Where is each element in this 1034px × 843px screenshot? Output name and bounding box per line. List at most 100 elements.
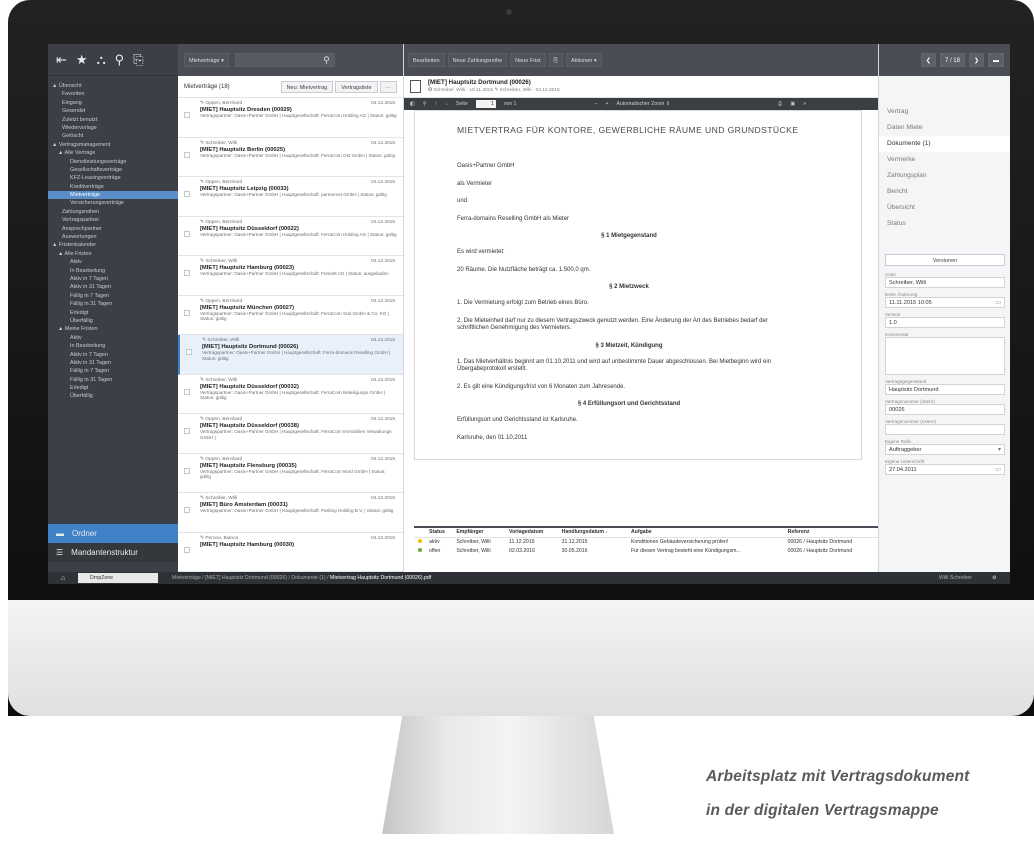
nav-tree-item[interactable]: Eingang bbox=[48, 99, 178, 107]
detail-nav-item[interactable]: Bericht bbox=[879, 184, 1010, 200]
print-icon[interactable]: ⎙ bbox=[778, 101, 782, 108]
detail-nav-item[interactable]: Vertrag bbox=[879, 104, 1010, 120]
nav-tree-item[interactable]: Vertragspartner bbox=[48, 216, 178, 224]
item-checkbox[interactable] bbox=[184, 112, 190, 118]
task-row[interactable]: offen Schreiber, Willi 02.03.2016 30.05.201… bbox=[414, 546, 878, 555]
detail-nav-item[interactable]: Zahlungsplan bbox=[879, 168, 1010, 184]
list-item[interactable]: ✎ Oppen, Bernhard 04.12.2015 [MIET] Haupts… bbox=[178, 216, 403, 256]
nav-tree-item[interactable]: ▲ Übersicht bbox=[48, 82, 178, 90]
nav-tree-item[interactable]: Aktiv in 7 Tagen bbox=[48, 275, 178, 283]
search-input[interactable]: ⚲ bbox=[234, 53, 335, 67]
nav-tree-item[interactable]: Zuletzt benutzt bbox=[48, 116, 178, 124]
task-row[interactable]: aktiv Schreiber, Willi 11.12.2015 31.12.201… bbox=[414, 537, 878, 546]
nav-tree-item[interactable]: ▲ Meine Fristen bbox=[48, 325, 178, 333]
nav-tree-item[interactable]: Erledigt bbox=[48, 309, 178, 317]
task-header[interactable]: Empfänger bbox=[452, 528, 506, 538]
nav-tree-item[interactable]: In Bearbeitung bbox=[48, 342, 178, 350]
zoom-out-icon[interactable]: − bbox=[594, 101, 597, 107]
item-checkbox[interactable] bbox=[184, 507, 190, 513]
nav-tree-item[interactable]: Erledigt bbox=[48, 384, 178, 392]
save-icon[interactable]: ▣ bbox=[790, 101, 795, 107]
nav-tree-item[interactable]: Gesendet bbox=[48, 107, 178, 115]
list-item[interactable]: ✎ Perona, Bianca 04.12.2015 [MIET] Hauptsi… bbox=[178, 532, 403, 572]
task-header[interactable]: Aufgabe bbox=[626, 528, 784, 538]
nav-tree-item[interactable]: Fällig in 7 Tagen bbox=[48, 292, 178, 300]
category-dropdown[interactable]: Mietverträge ▾ bbox=[184, 53, 229, 67]
nav-tree-item[interactable]: Gelöscht bbox=[48, 132, 178, 140]
item-checkbox[interactable] bbox=[184, 546, 190, 553]
detail-nav-item[interactable]: Daten Miete bbox=[879, 120, 1010, 136]
detail-nav-item[interactable]: Übersicht bbox=[879, 200, 1010, 216]
nav-tree-item[interactable]: Wiedervorlage bbox=[48, 124, 178, 132]
nav-tree-item[interactable]: Aktiv in 7 Tagen bbox=[48, 351, 178, 359]
task-header[interactable]: Status bbox=[425, 528, 453, 538]
more-button[interactable]: ··· bbox=[379, 80, 397, 93]
item-checkbox[interactable] bbox=[184, 270, 190, 276]
task-header[interactable]: Vorlagedatum bbox=[505, 528, 558, 538]
detail-nav-item[interactable]: Status bbox=[879, 216, 1010, 232]
calendar-icon[interactable]: ▭ bbox=[995, 465, 1001, 476]
item-checkbox[interactable] bbox=[184, 428, 190, 434]
toolbar-button[interactable]: Neue Frist bbox=[510, 53, 546, 67]
item-checkbox[interactable] bbox=[184, 467, 190, 474]
nav-tree-item[interactable]: Zahlungsreihen bbox=[48, 208, 178, 216]
nav-mandant-button[interactable]: ☰ Mandantenstruktur bbox=[48, 543, 178, 562]
list-item[interactable]: ✎ Oppen, Bernhard 04.12.2015 [MIET] Haupts… bbox=[178, 295, 403, 335]
search-icon[interactable]: ⚲ bbox=[115, 52, 125, 68]
dropzone[interactable]: DropZone bbox=[78, 573, 158, 583]
version-field[interactable]: 1.0 bbox=[885, 317, 1005, 328]
toolbar-button[interactable]: ⎘ bbox=[548, 53, 563, 67]
list-item[interactable]: ✎ Schreiber, Willi 04.12.2015 [MIET] Haupt… bbox=[178, 335, 403, 375]
star-icon[interactable]: ★ bbox=[76, 52, 88, 68]
list-item[interactable]: ✎ Oppen, Bernhard 04.12.2015 [MIET] Haupts… bbox=[178, 453, 403, 493]
item-checkbox[interactable] bbox=[184, 388, 190, 395]
prev-page-icon[interactable]: ↑ bbox=[435, 101, 438, 107]
list-item[interactable]: ✎ Oppen, Bernhard 04.12.2015 [MIET] Haupts… bbox=[178, 177, 403, 217]
next-record-button[interactable]: ❯ bbox=[968, 53, 984, 67]
nav-tree-item[interactable]: Dienstleistungsverträge bbox=[48, 158, 178, 166]
subject-field[interactable]: Hauptsitz Dortmund bbox=[885, 384, 1005, 395]
collapse-icon[interactable]: ⇤ bbox=[56, 52, 67, 68]
author-field[interactable]: Schreiber, Willi bbox=[885, 277, 1005, 288]
nav-tree-item[interactable]: Fällig in 7 Tagen bbox=[48, 367, 178, 375]
toolbar-button[interactable]: Neue Zahlungsreihe bbox=[447, 53, 508, 67]
nav-tree-item[interactable]: In Bearbeitung bbox=[48, 267, 178, 275]
nav-tree-item[interactable]: Ansprechpartner bbox=[48, 225, 178, 233]
nav-ordner-button[interactable]: ▬ Ordner bbox=[48, 524, 178, 543]
nav-tree-item[interactable]: Versicherungsverträge bbox=[48, 199, 178, 207]
folder-icon[interactable]: ▬ bbox=[988, 53, 1004, 67]
toolbar-button[interactable]: Aktionen ▾ bbox=[565, 53, 602, 67]
list-item[interactable]: ✎ Oppen, Bernhard 04.12.2015 [MIET] Haupts… bbox=[178, 414, 403, 454]
breadcrumb-path[interactable]: Mietverträge / [MIET] Hauptsitz Dortmund… bbox=[172, 575, 330, 581]
calendar-icon[interactable]: ▭ bbox=[995, 298, 1001, 309]
item-checkbox[interactable] bbox=[184, 309, 190, 316]
nav-tree-item[interactable]: Favoriten bbox=[48, 90, 178, 98]
new-contract-button[interactable]: Neu: Mietvertrag bbox=[280, 80, 334, 93]
nav-tree-item[interactable]: Fällig in 31 Tagen bbox=[48, 376, 178, 384]
nav-tree-item[interactable]: Überfällig bbox=[48, 317, 178, 325]
export-icon[interactable]: ⎘ bbox=[133, 52, 143, 68]
nav-tree-item[interactable]: Mietverträge bbox=[48, 191, 178, 200]
prev-record-button[interactable]: ❮ bbox=[920, 53, 936, 67]
nav-tree-item[interactable]: Aktiv in 31 Tagen bbox=[48, 283, 178, 291]
nav-tree-item[interactable]: Überfällig bbox=[48, 392, 178, 400]
detail-nav-item[interactable]: Vermerke bbox=[879, 152, 1010, 168]
zoom-select[interactable]: Automatischer Zoom ⇕ bbox=[617, 101, 671, 107]
nav-tree-item[interactable]: ▲ Vertragsmanagement bbox=[48, 141, 178, 149]
contract-list-button[interactable]: Vertragsliste bbox=[335, 80, 378, 93]
page-number-input[interactable]: 1 bbox=[475, 100, 496, 108]
more-tools-icon[interactable]: » bbox=[803, 101, 806, 107]
nav-tree-item[interactable]: Aktiv bbox=[48, 258, 178, 266]
list-item[interactable]: ✎ Schreiber, Willi 04.12.2015 [MIET] Haupt… bbox=[178, 256, 403, 296]
current-user[interactable]: Willi Schreiber bbox=[912, 575, 992, 581]
task-header[interactable]: Handlungsdatum ↓ bbox=[557, 528, 627, 538]
nav-tree-item[interactable]: ▲ Alle Fristen bbox=[48, 250, 178, 258]
versions-button[interactable]: Versionen bbox=[885, 254, 1005, 266]
sidebar-toggle-icon[interactable]: ◧ bbox=[410, 101, 415, 107]
item-checkbox[interactable] bbox=[184, 191, 190, 197]
nav-tree-item[interactable]: Aktiv in 31 Tagen bbox=[48, 359, 178, 367]
signature-date-field[interactable]: 27.04.2011 ▭ bbox=[885, 464, 1005, 475]
nav-tree-item[interactable]: ▲ Fristenkalender bbox=[48, 241, 178, 249]
gear-icon[interactable]: ⚙ bbox=[992, 575, 1010, 581]
item-checkbox[interactable] bbox=[184, 230, 190, 237]
